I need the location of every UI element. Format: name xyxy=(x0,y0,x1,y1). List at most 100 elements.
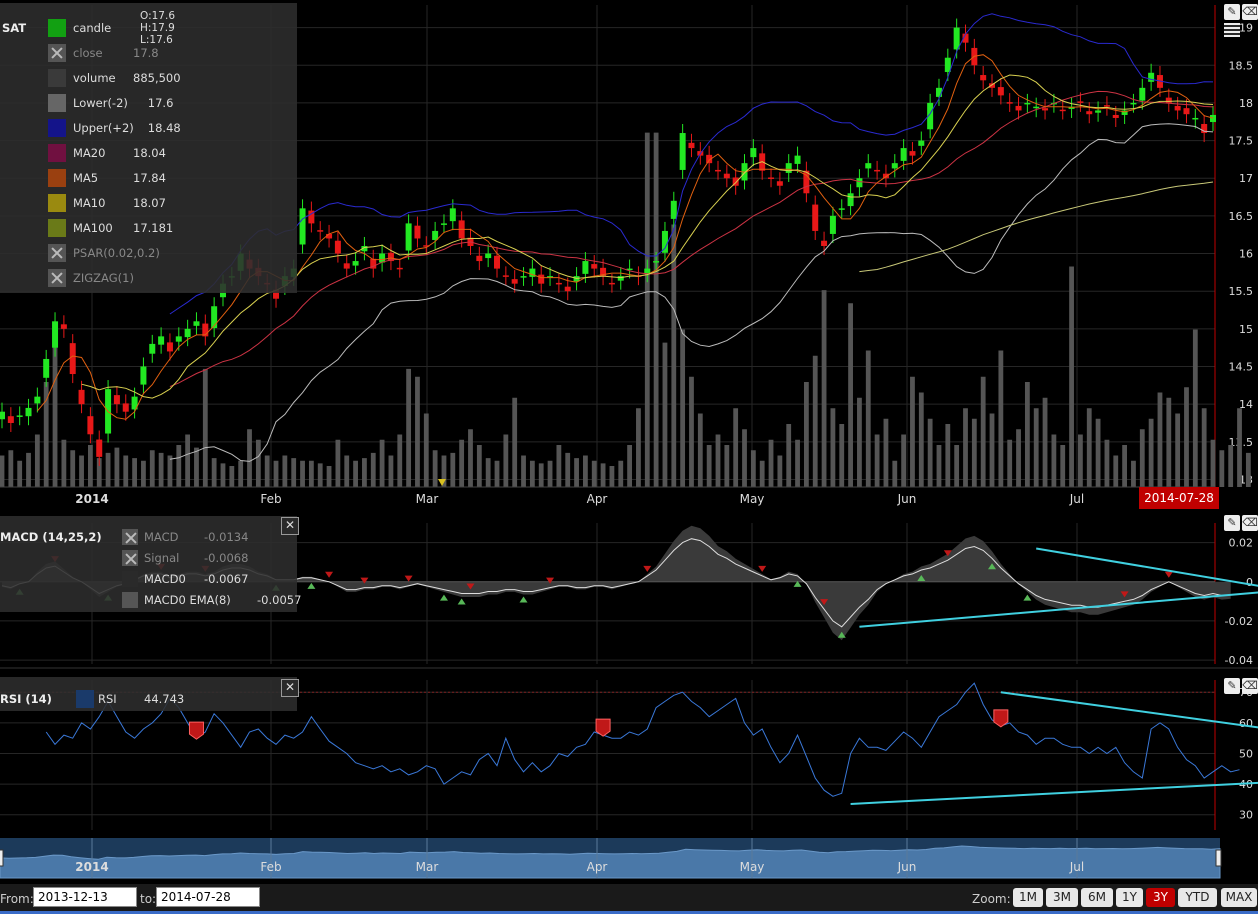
volume-bar xyxy=(450,452,456,487)
volume-bar xyxy=(397,434,403,487)
swatch-icon[interactable] xyxy=(48,119,66,137)
eraser-icon[interactable]: ⌫ xyxy=(1242,515,1258,531)
swatch-icon[interactable] xyxy=(48,194,66,212)
candle-body xyxy=(1086,111,1093,115)
candle-body xyxy=(16,415,23,417)
candle-body xyxy=(538,274,545,284)
candle-body xyxy=(494,255,501,269)
pencil-icon[interactable]: ✎ xyxy=(1224,515,1240,531)
eraser-icon[interactable]: ⌫ xyxy=(1242,678,1258,694)
zoom-button-3m[interactable]: 3M xyxy=(1046,888,1078,907)
candle-body xyxy=(829,215,836,234)
candle-body xyxy=(865,163,872,169)
candle-body xyxy=(608,282,615,285)
volume-bar xyxy=(954,445,960,487)
candle-body xyxy=(1095,110,1102,113)
from-date-input[interactable] xyxy=(33,887,137,907)
navigator-left-handle[interactable] xyxy=(0,849,4,867)
swatch-icon[interactable] xyxy=(48,19,66,37)
volume-bar xyxy=(830,408,836,487)
volume-bar xyxy=(105,452,111,487)
price-legend-value: 17.8 xyxy=(133,46,159,60)
price-y-tick-label: 16 xyxy=(1239,248,1253,261)
zoom-button-3y[interactable]: 3Y xyxy=(1146,888,1175,907)
macd-legend-name: MACD xyxy=(144,530,179,544)
swatch-icon[interactable] xyxy=(48,144,66,162)
hidden-toggle-icon[interactable] xyxy=(48,244,66,262)
rsi-swatch-icon[interactable] xyxy=(76,690,94,708)
hidden-toggle-icon[interactable] xyxy=(122,529,138,545)
candle-body xyxy=(405,223,412,251)
volume-bar xyxy=(17,460,23,487)
swatch-icon[interactable] xyxy=(48,169,66,187)
volume-bar xyxy=(918,392,924,487)
swatch-icon[interactable] xyxy=(48,94,66,112)
swatch-icon[interactable] xyxy=(122,571,138,587)
zoom-button-max[interactable]: MAX xyxy=(1221,888,1257,907)
macd-close-button[interactable]: ✕ xyxy=(281,517,299,535)
volume-bar xyxy=(883,418,889,487)
volume-bar xyxy=(839,424,845,487)
eraser-icon[interactable]: ⌫ xyxy=(1242,4,1258,20)
swatch-icon[interactable] xyxy=(48,69,66,87)
hidden-toggle-icon[interactable] xyxy=(122,550,138,566)
zoom-button-1m[interactable]: 1M xyxy=(1013,888,1043,907)
volume-bar xyxy=(229,466,235,487)
pencil-icon[interactable]: ✎ xyxy=(1224,678,1240,694)
macd-buy-marker-icon xyxy=(457,598,466,605)
volume-bar xyxy=(264,455,270,487)
volume-bar xyxy=(750,450,756,487)
pencil-icon[interactable]: ✎ xyxy=(1224,4,1240,20)
hidden-toggle-icon[interactable] xyxy=(48,269,66,287)
candle-body xyxy=(582,261,589,274)
volume-bar xyxy=(388,455,394,487)
macd-buy-marker-icon xyxy=(439,594,448,601)
swatch-icon[interactable] xyxy=(48,219,66,237)
rsi-close-button[interactable]: ✕ xyxy=(281,679,299,697)
candle-body xyxy=(688,142,695,149)
rsi-panel-tools: ✎ ⌫ xyxy=(1224,678,1258,694)
list-icon[interactable] xyxy=(1224,23,1240,37)
swatch-icon[interactable] xyxy=(122,592,138,608)
volume-bar xyxy=(87,445,93,487)
hidden-toggle-icon[interactable] xyxy=(48,44,66,62)
volume-bar xyxy=(476,445,482,487)
volume-bar xyxy=(777,455,783,487)
candle-body xyxy=(1024,102,1031,105)
volume-bar xyxy=(803,382,809,487)
price-x-tick-label: 2014 xyxy=(75,492,108,506)
volume-bar xyxy=(317,463,323,487)
rsi-legend: RSI (14) RSI 44.743 xyxy=(0,677,297,711)
volume-bar xyxy=(1042,397,1048,487)
candle-body xyxy=(211,306,218,329)
volume-bar xyxy=(1131,460,1136,487)
zoom-button-1y[interactable]: 1Y xyxy=(1116,888,1143,907)
candle-body xyxy=(1192,117,1199,120)
price-legend-value: 18.48 xyxy=(147,121,181,135)
volume-bar xyxy=(795,439,800,487)
navigator-right-handle[interactable] xyxy=(1215,849,1222,867)
price-legend-value: 18.04 xyxy=(133,146,166,160)
volume-bar xyxy=(1051,434,1057,487)
volume-bar xyxy=(79,455,84,487)
volume-bar xyxy=(1095,418,1101,487)
zoom-button-6m[interactable]: 6M xyxy=(1081,888,1113,907)
candle-body xyxy=(1103,105,1110,107)
volume-bar xyxy=(971,418,977,487)
rsi-title: RSI (14) xyxy=(0,692,52,706)
volume-bar xyxy=(865,350,871,487)
volume-bar xyxy=(1007,439,1013,487)
candle-body xyxy=(69,343,76,375)
candle-body xyxy=(87,416,94,435)
to-date-input[interactable] xyxy=(156,887,260,907)
volume-bar xyxy=(538,463,544,487)
volume-bar xyxy=(459,439,465,487)
candle-body xyxy=(52,321,59,348)
candle-body xyxy=(812,204,819,231)
volume-bar xyxy=(1237,408,1242,487)
candle-body xyxy=(140,366,147,385)
volume-bar xyxy=(512,397,518,487)
candle-body xyxy=(900,148,907,161)
zoom-button-ytd[interactable]: YTD xyxy=(1178,888,1217,907)
candle-body xyxy=(785,163,792,173)
